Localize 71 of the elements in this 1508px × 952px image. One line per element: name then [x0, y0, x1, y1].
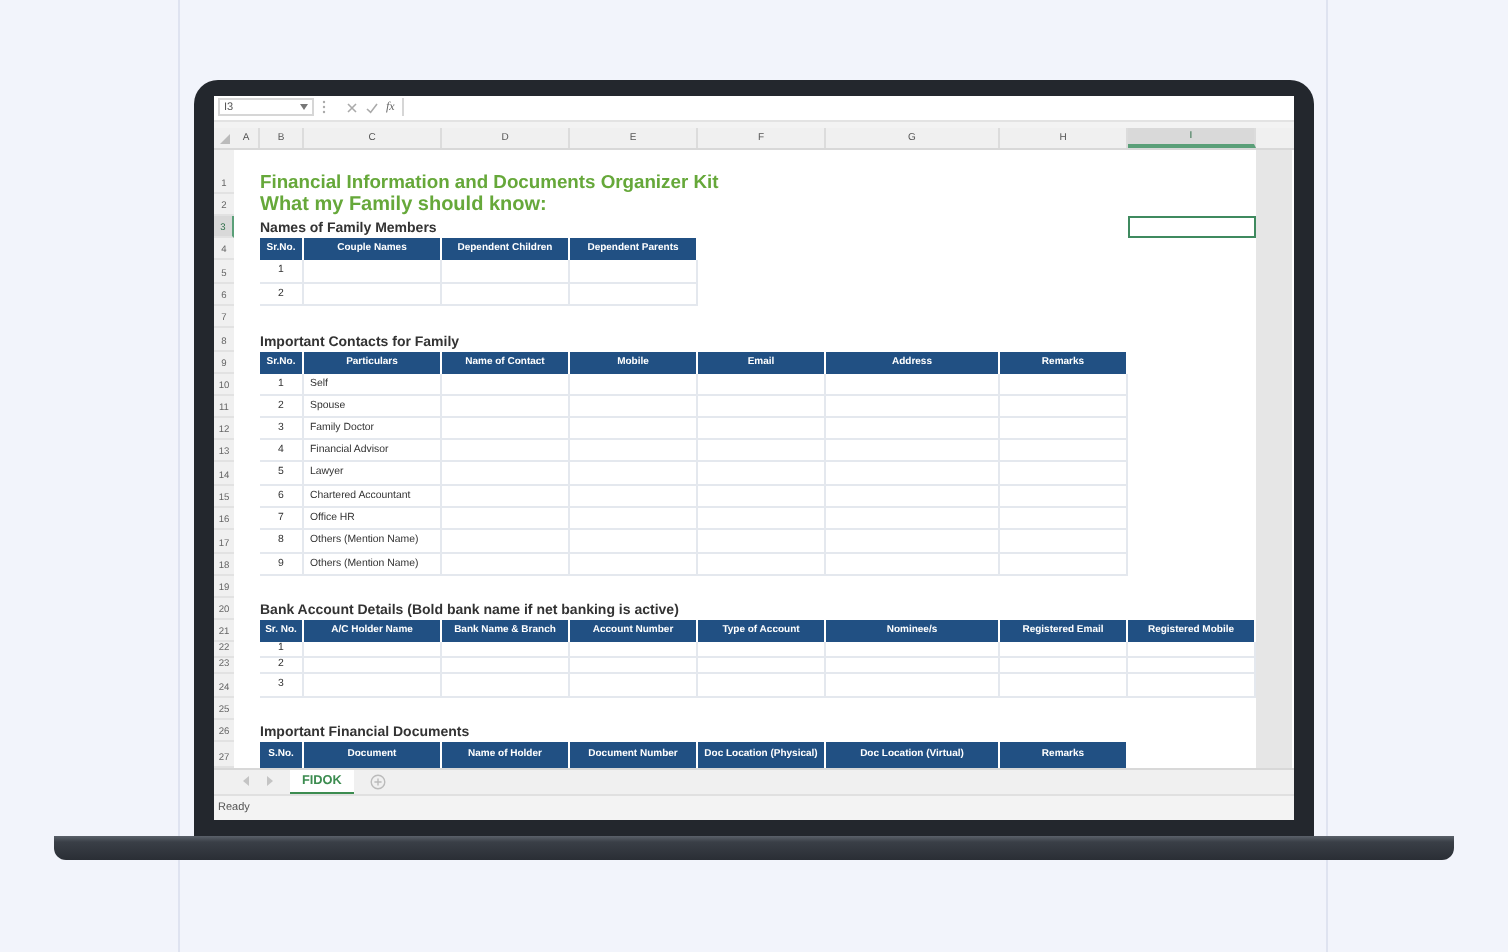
empty-cell	[570, 373, 698, 396]
empty-cell	[1000, 553, 1128, 576]
empty-cell	[304, 283, 442, 306]
empty-cell	[442, 395, 570, 418]
empty-cell	[698, 673, 826, 698]
checkmark-icon[interactable]	[366, 101, 378, 114]
drag-handle-icon	[322, 100, 326, 115]
empty-cell	[698, 553, 826, 576]
empty-cell	[1000, 657, 1128, 674]
dropdown-caret-icon[interactable]	[300, 104, 308, 111]
empty-cell	[570, 485, 698, 508]
empty-cell	[570, 461, 698, 486]
add-sheet-icon[interactable]	[369, 773, 386, 790]
cancel-icon[interactable]	[346, 101, 358, 114]
empty-cell	[442, 553, 570, 576]
sheet-title: Financial Information and Documents Organizer Kit	[260, 167, 721, 194]
scroll-left-icon[interactable]	[242, 776, 250, 787]
empty-cell	[1128, 657, 1256, 674]
empty-cell	[1128, 641, 1256, 658]
empty-cell	[304, 657, 442, 674]
empty-cell	[1000, 485, 1128, 508]
empty-cell	[698, 417, 826, 440]
sheet-subtitle: What my Family should know:	[260, 193, 549, 216]
empty-cell	[698, 373, 826, 396]
empty-cell	[698, 485, 826, 508]
empty-cell	[1000, 461, 1128, 486]
empty-cell	[570, 673, 698, 698]
empty-cell	[304, 641, 442, 658]
empty-cell	[442, 373, 570, 396]
empty-cell	[570, 553, 698, 576]
empty-cell	[698, 529, 826, 554]
empty-cell	[442, 529, 570, 554]
empty-cell	[304, 673, 442, 698]
empty-cell	[442, 417, 570, 440]
empty-cell	[698, 641, 826, 658]
empty-cell	[698, 461, 826, 486]
empty-cell	[1000, 439, 1128, 462]
empty-cell	[570, 439, 698, 462]
empty-cell	[1000, 529, 1128, 554]
empty-cell	[1000, 395, 1128, 418]
empty-cell	[570, 507, 698, 530]
empty-cell	[698, 507, 826, 530]
empty-cell	[570, 395, 698, 418]
empty-cell	[442, 673, 570, 698]
empty-cell	[698, 395, 826, 418]
vertical-scrollbar[interactable]	[1256, 149, 1292, 768]
empty-cell	[1000, 373, 1128, 396]
empty-cell	[1000, 673, 1128, 698]
empty-cell	[442, 439, 570, 462]
empty-cell	[698, 657, 826, 674]
empty-cell	[570, 529, 698, 554]
empty-cell	[570, 417, 698, 440]
empty-cell	[1128, 673, 1256, 698]
selected-cell[interactable]	[1128, 215, 1256, 238]
empty-cell	[304, 259, 442, 284]
empty-cell	[442, 259, 570, 284]
empty-cell	[442, 641, 570, 658]
scroll-right-icon[interactable]	[266, 776, 274, 787]
empty-cell	[442, 657, 570, 674]
empty-cell	[442, 507, 570, 530]
empty-cell	[570, 641, 698, 658]
empty-cell	[1000, 641, 1128, 658]
empty-cell	[1000, 417, 1128, 440]
empty-cell	[570, 283, 698, 306]
empty-cell	[442, 485, 570, 508]
empty-cell	[570, 259, 698, 284]
empty-cell	[1000, 507, 1128, 530]
empty-cell	[442, 283, 570, 306]
empty-cell	[698, 439, 826, 462]
empty-cell	[442, 461, 570, 486]
empty-cell	[570, 657, 698, 674]
